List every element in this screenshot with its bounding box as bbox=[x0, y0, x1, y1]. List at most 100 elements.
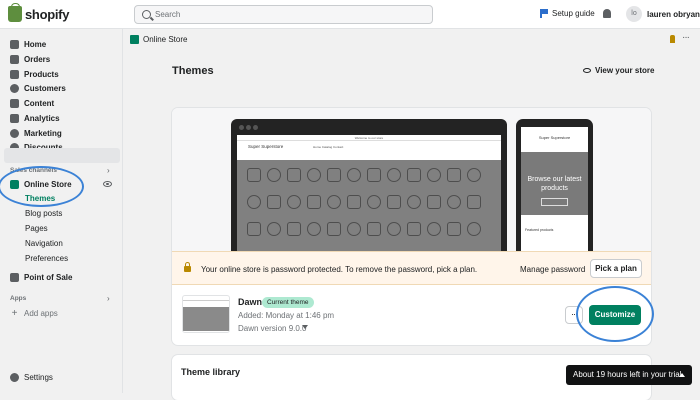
store-icon bbox=[130, 35, 139, 44]
sidebar-item-orders[interactable]: Orders bbox=[10, 53, 50, 66]
tool-shape bbox=[307, 168, 321, 182]
tool-shape bbox=[347, 168, 361, 182]
window-dot bbox=[239, 125, 244, 130]
laptop-mockup: Welcome to our store Super Superstore Ho… bbox=[231, 119, 507, 251]
phone-hero-text: Browse our latest products bbox=[527, 176, 582, 192]
logo-text: shopify bbox=[25, 6, 70, 22]
tool-shape bbox=[347, 222, 361, 236]
active-item-background bbox=[4, 148, 120, 163]
pick-plan-button[interactable]: Pick a plan bbox=[590, 259, 642, 278]
avatar[interactable]: lo bbox=[626, 6, 642, 22]
tools-illustration bbox=[237, 160, 501, 251]
sidebar-subitem-navigation[interactable]: Navigation bbox=[25, 239, 63, 248]
flag-icon bbox=[540, 9, 548, 18]
window-dot bbox=[246, 125, 251, 130]
analytics-icon bbox=[10, 114, 19, 123]
tool-shape bbox=[427, 222, 441, 236]
search-input[interactable]: Search bbox=[134, 5, 433, 24]
sidebar-subitem-pages[interactable]: Pages bbox=[25, 224, 48, 233]
sidebar-item-customers[interactable]: Customers bbox=[10, 82, 66, 95]
password-banner: Your online store is password protected.… bbox=[172, 251, 651, 285]
thumbnail-header bbox=[183, 300, 229, 301]
mini-nav-links: Home Catalog Contact bbox=[313, 145, 344, 149]
tag-icon bbox=[10, 70, 19, 79]
sidebar-item-label: Home bbox=[24, 40, 47, 49]
sidebar-item-marketing[interactable]: Marketing bbox=[10, 127, 62, 140]
person-icon bbox=[10, 84, 19, 93]
chevron-down-icon[interactable] bbox=[302, 325, 308, 329]
apps-label: Apps bbox=[10, 295, 27, 302]
manage-password-button[interactable]: Manage password bbox=[520, 265, 585, 274]
add-apps-button[interactable]: + Add apps bbox=[10, 307, 58, 320]
eye-icon[interactable] bbox=[103, 181, 112, 187]
home-icon bbox=[10, 40, 19, 49]
theme-preview[interactable]: Welcome to our store Super Superstore Ho… bbox=[172, 108, 651, 251]
theme-version[interactable]: Dawn version 9.0.0 bbox=[238, 324, 306, 333]
phone-screen: Super Superstore Browse our latest produ… bbox=[521, 127, 588, 251]
chevron-right-icon[interactable]: › bbox=[107, 166, 110, 175]
annotation-circle bbox=[0, 166, 84, 207]
tool-shape bbox=[347, 195, 361, 209]
mini-store-name: Super Superstore bbox=[248, 144, 284, 149]
sidebar-item-products[interactable]: Products bbox=[10, 68, 59, 81]
search-placeholder: Search bbox=[155, 10, 181, 19]
sidebar-item-label: Analytics bbox=[24, 114, 60, 123]
sidebar-item-analytics[interactable]: Analytics bbox=[10, 112, 60, 125]
shopping-bag-icon bbox=[8, 3, 22, 22]
setup-guide-label: Setup guide bbox=[552, 9, 595, 18]
tool-shape bbox=[247, 222, 261, 236]
tool-shape bbox=[307, 195, 321, 209]
sidebar-item-point-of-sale[interactable]: Point of Sale bbox=[10, 271, 72, 284]
annotation-circle bbox=[576, 286, 654, 342]
bell-icon[interactable] bbox=[603, 9, 611, 18]
chevron-right-icon[interactable]: › bbox=[107, 294, 110, 303]
tool-shape bbox=[267, 195, 281, 209]
lock-icon bbox=[184, 262, 191, 272]
tool-shape bbox=[447, 195, 461, 209]
theme-thumbnail bbox=[182, 295, 230, 333]
tool-shape bbox=[327, 222, 341, 236]
theme-added-date: Added: Monday at 1:46 pm bbox=[238, 311, 335, 320]
view-store-button[interactable]: View your store bbox=[583, 66, 654, 75]
username[interactable]: lauren obryan bbox=[647, 10, 700, 19]
tool-shape bbox=[247, 195, 261, 209]
phone-store-name: Super Superstore bbox=[538, 135, 571, 140]
setup-guide-button[interactable]: Setup guide bbox=[540, 9, 595, 18]
tool-shape bbox=[367, 222, 381, 236]
add-apps-label: Add apps bbox=[24, 309, 58, 318]
sidebar-subitem-preferences[interactable]: Preferences bbox=[25, 254, 68, 263]
tool-shape bbox=[467, 168, 481, 182]
tool-shape bbox=[387, 222, 401, 236]
tool-shape bbox=[427, 195, 441, 209]
sidebar-item-home[interactable]: Home bbox=[10, 38, 46, 51]
tool-shape bbox=[327, 195, 341, 209]
sidebar-item-settings[interactable]: Settings bbox=[10, 371, 53, 384]
sidebar-subitem-blog-posts[interactable]: Blog posts bbox=[25, 209, 62, 218]
tool-shape bbox=[467, 222, 481, 236]
sidebar-item-label: Products bbox=[24, 70, 59, 79]
tool-shape bbox=[387, 168, 401, 182]
theme-library-title: Theme library bbox=[181, 367, 241, 377]
chevron-up-icon bbox=[679, 373, 685, 377]
more-actions-icon[interactable]: ··· bbox=[682, 32, 690, 43]
trial-banner[interactable]: About 19 hours left in your trial bbox=[566, 365, 692, 385]
trial-text: About 19 hours left in your trial bbox=[573, 370, 682, 379]
tool-shape bbox=[447, 222, 461, 236]
sidebar-item-label: Settings bbox=[24, 373, 53, 382]
tool-shape bbox=[467, 195, 481, 209]
shopify-logo[interactable]: shopify bbox=[8, 3, 70, 22]
top-bar: shopify Search Setup guide lo lauren obr… bbox=[0, 0, 700, 29]
tool-shape bbox=[407, 168, 421, 182]
view-store-label: View your store bbox=[595, 66, 655, 75]
gear-icon bbox=[10, 373, 19, 382]
pin-icon[interactable] bbox=[670, 35, 675, 43]
theme-name: Dawn bbox=[238, 297, 263, 307]
tool-shape bbox=[287, 222, 301, 236]
tool-shape bbox=[267, 168, 281, 182]
sidebar-item-content[interactable]: Content bbox=[10, 97, 54, 110]
window-dot bbox=[253, 125, 258, 130]
marketing-icon bbox=[10, 129, 19, 138]
sidebar-item-label: Content bbox=[24, 99, 55, 108]
sidebar-item-label: Customers bbox=[24, 84, 66, 93]
tool-shape bbox=[367, 195, 381, 209]
